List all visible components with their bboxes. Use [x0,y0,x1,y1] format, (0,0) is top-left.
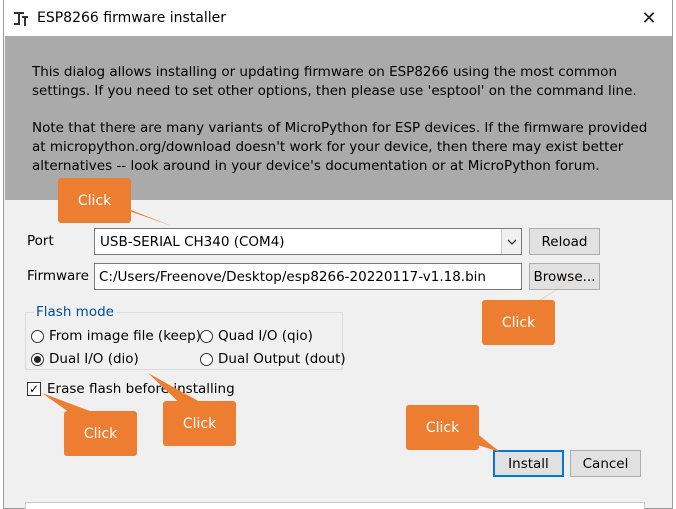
app-icon [14,12,28,26]
title-bar: ESP8266 firmware installer ✕ [4,0,672,36]
info-panel: This dialog allows installing or updatin… [5,36,672,200]
callout-click: Click [58,178,131,223]
radio-from-image-file[interactable]: From image file (keep) [31,328,201,344]
radio-button-selected-icon[interactable] [31,352,44,366]
radio-dual-io[interactable]: Dual I/O (dio) [31,351,139,367]
callout-click: Click [163,401,236,446]
erase-flash-checkbox[interactable]: ✓ Erase flash before installing [27,381,235,397]
radio-button-icon[interactable] [200,352,213,366]
install-button[interactable]: Install [493,450,564,477]
flash-mode-title: Flash mode [34,304,116,320]
radio-button-icon[interactable] [31,329,44,343]
radio-button-icon[interactable] [200,329,213,343]
callout-click: Click [482,300,555,345]
callout-click: Click [64,411,137,456]
port-select-value: USB-SERIAL CH340 (COM4) [100,234,285,250]
callout-click: Click [406,405,479,450]
radio-label: Dual I/O (dio) [49,351,139,367]
browse-button[interactable]: Browse... [529,263,600,290]
firmware-path-value: C:/Users/Freenove/Desktop/esp8266-202201… [99,269,486,285]
cancel-button[interactable]: Cancel [570,450,641,477]
radio-label: Dual Output (dout) [218,351,346,367]
radio-dual-output[interactable]: Dual Output (dout) [200,351,346,367]
port-select[interactable]: USB-SERIAL CH340 (COM4) [94,228,522,255]
window-title: ESP8266 firmware installer [37,10,227,26]
chevron-down-icon[interactable] [501,229,521,254]
info-paragraph-2: Note that there are many variants of Mic… [32,120,648,174]
log-area [25,502,645,509]
radio-quad-io[interactable]: Quad I/O (qio) [200,328,313,344]
info-paragraph-1: This dialog allows installing or updatin… [32,64,637,99]
erase-flash-label: Erase flash before installing [47,381,235,397]
firmware-label: Firmware [27,268,89,284]
radio-label: Quad I/O (qio) [218,328,313,344]
check-icon[interactable]: ✓ [27,382,41,396]
close-icon: ✕ [641,7,657,29]
port-label: Port [27,233,54,249]
firmware-path-input[interactable]: C:/Users/Freenove/Desktop/esp8266-202201… [94,263,522,290]
close-button[interactable]: ✕ [626,0,672,36]
radio-label: From image file (keep) [49,328,201,344]
reload-button[interactable]: Reload [529,228,600,255]
flash-mode-group: Flash mode From image file (keep) Quad I… [25,304,346,370]
